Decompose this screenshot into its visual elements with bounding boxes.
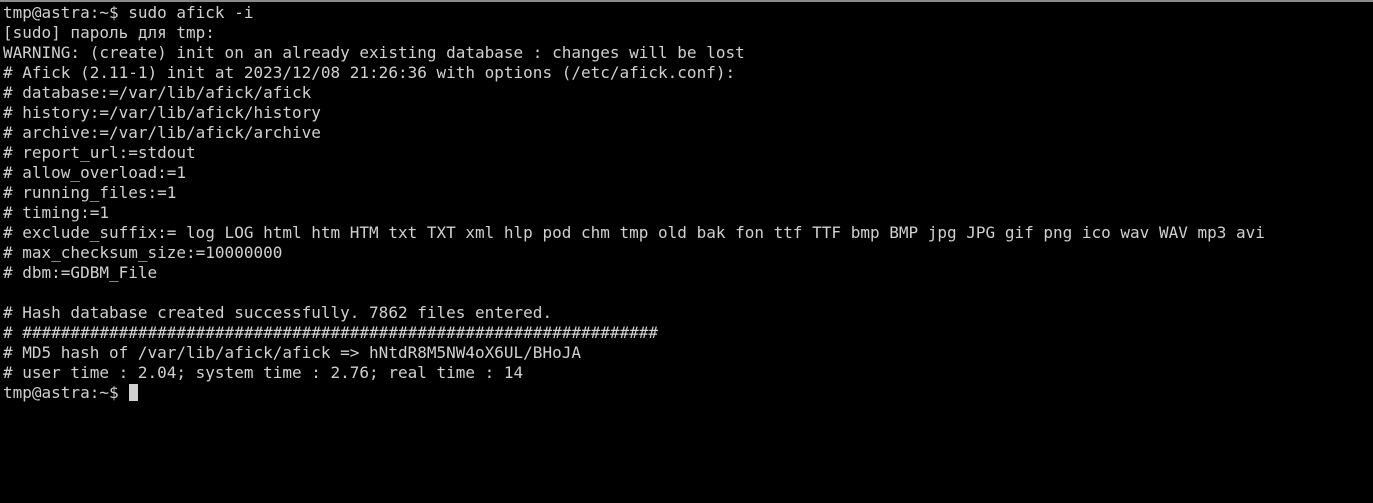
terminal-line-history: # history:=/var/lib/afick/history — [3, 103, 321, 122]
terminal-window[interactable]: tmp@astra:~$ sudo afick -i [sudo] пароль… — [0, 0, 1373, 503]
terminal-line-archive: # archive:=/var/lib/afick/archive — [3, 123, 321, 142]
terminal-line-command: tmp@astra:~$ sudo afick -i — [3, 3, 254, 22]
terminal-line-sudo-prompt: [sudo] пароль для tmp: — [3, 23, 215, 42]
terminal-line-running-files: # running_files:=1 — [3, 183, 177, 202]
terminal-line-times: # user time : 2.04; system time : 2.76; … — [3, 363, 524, 382]
terminal-prompt: tmp@astra:~$ — [3, 383, 129, 402]
terminal-line-afick-header: # Afick (2.11-1) init at 2023/12/08 21:2… — [3, 63, 736, 82]
terminal-prompt-line[interactable]: tmp@astra:~$ — [3, 383, 1373, 403]
terminal-line-database: # database:=/var/lib/afick/afick — [3, 83, 312, 102]
terminal-line-hash-created: # Hash database created successfully. 78… — [3, 303, 553, 322]
terminal-line-warning: WARNING: (create) init on an already exi… — [3, 43, 745, 62]
terminal-line-separator: # ######################################… — [3, 323, 659, 342]
terminal-line-timing: # timing:=1 — [3, 203, 109, 222]
terminal-line-exclude-suffix: # exclude_suffix:= log LOG html htm HTM … — [3, 223, 1265, 242]
terminal-line-dbm: # dbm:=GDBM_File — [3, 263, 158, 282]
terminal-line-max-checksum: # max_checksum_size:=10000000 — [3, 243, 283, 262]
terminal-cursor — [129, 384, 139, 401]
terminal-line-md5-hash: # MD5 hash of /var/lib/afick/afick => hN… — [3, 343, 581, 362]
terminal-line-report-url: # report_url:=stdout — [3, 143, 196, 162]
terminal-line-allow-overload: # allow_overload:=1 — [3, 163, 187, 182]
